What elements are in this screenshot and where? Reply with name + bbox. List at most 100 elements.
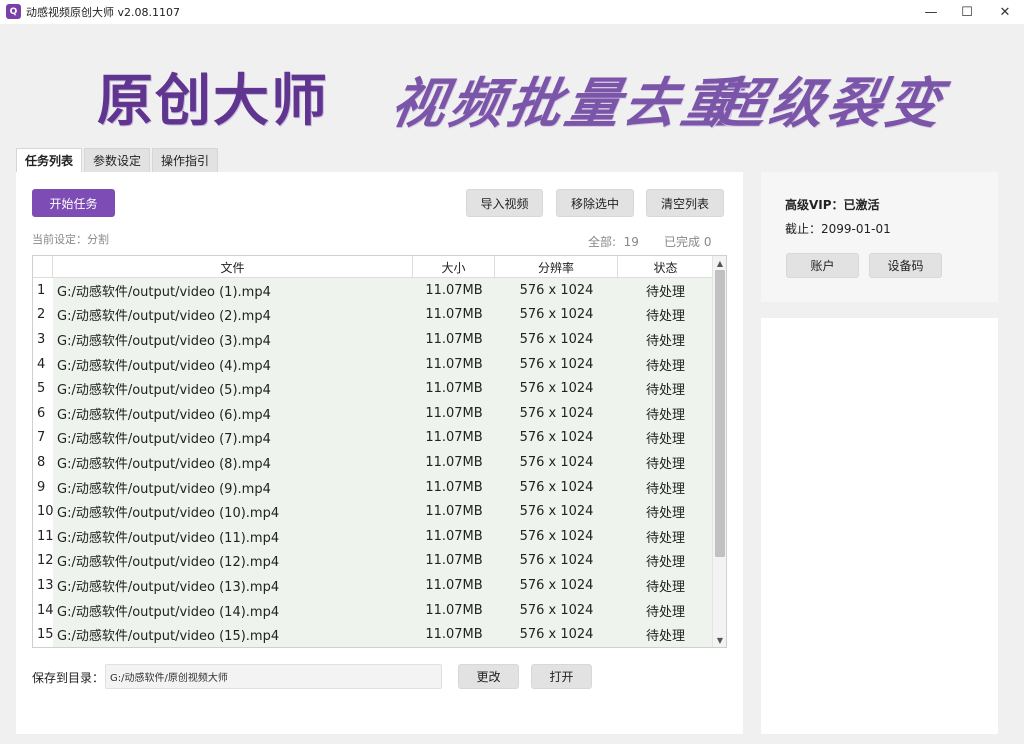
device-code-button[interactable]: 设备码 [869,253,942,278]
row-size: 11.07MB [413,573,495,598]
row-size: 11.07MB [413,450,495,475]
start-task-button[interactable]: 开始任务 [32,189,115,217]
row-index: 15 [33,622,54,647]
row-file: G:/动感软件/output/video (4).mp4 [53,351,413,377]
open-dir-button[interactable]: 打开 [531,664,592,689]
row-status: 待处理 [618,474,713,500]
scroll-thumb[interactable] [715,270,725,557]
table-row[interactable]: 2 G:/动感软件/output/video (2).mp4 11.07MB 576 … [33,302,713,328]
vip-panel: 高级VIP：已激活 截止：2099-01-01 账户 设备码 [761,172,998,302]
row-resolution: 576 x 1024 [495,499,618,524]
save-dir-input[interactable]: G:/动感软件/原创视频大师 [105,664,442,689]
row-status: 待处理 [618,499,713,524]
row-file: G:/动感软件/output/video (14).mp4 [53,597,413,623]
row-index: 14 [33,597,54,623]
window-title: 动感视频原创大师 v2.08.1107 [26,6,180,19]
row-resolution: 576 x 1024 [495,622,618,647]
table-row[interactable]: 4 G:/动感软件/output/video (4).mp4 11.07MB 576 … [33,351,713,377]
maximize-icon: ☐ [961,4,973,20]
row-file: G:/动感软件/output/video (6).mp4 [53,400,413,426]
row-file: G:/动感软件/output/video (8).mp4 [53,450,413,475]
banner-slogan-1: 视频批量去重 [386,72,746,135]
header-resolution[interactable]: 分辨率 [495,256,618,278]
tab-bar: 任务列表 参数设定 操作指引 [16,148,220,172]
completed-count: 已完成 0 [664,235,712,249]
table-row[interactable]: 15 G:/动感软件/output/video (15).mp4 11.07MB 57… [33,622,713,647]
row-file: G:/动感软件/output/video (3).mp4 [53,327,413,352]
table-scrollbar[interactable]: ▲ ▼ [712,256,726,647]
header-file[interactable]: 文件 [53,256,413,278]
row-resolution: 576 x 1024 [495,302,618,328]
row-status: 待处理 [618,523,713,549]
scroll-down-icon[interactable]: ▼ [713,633,726,647]
row-status: 待处理 [618,622,713,647]
table-header: 文件 大小 分辨率 状态 [33,256,713,278]
table-row[interactable]: 1 G:/动感软件/output/video (1).mp4 11.07MB 576 … [33,278,713,303]
table-row[interactable]: 3 G:/动感软件/output/video (3).mp4 11.07MB 576 … [33,327,713,352]
header-status[interactable]: 状态 [618,256,713,278]
close-button[interactable]: ✕ [988,0,1022,24]
table-row[interactable]: 12 G:/动感软件/output/video (12).mp4 11.07MB 57… [33,548,713,574]
row-status: 待处理 [618,278,713,303]
side-content-area [761,318,998,734]
row-index: 8 [33,450,53,475]
row-index: 2 [33,302,53,328]
save-dir-label: 保存到目录： [32,671,105,685]
table-row[interactable]: 5 G:/动感软件/output/video (5).mp4 11.07MB 576 … [33,376,713,401]
scroll-up-icon[interactable]: ▲ [713,256,726,270]
row-index: 3 [33,327,53,352]
row-size: 11.07MB [413,499,495,524]
row-index: 10 [33,499,54,524]
table-row[interactable]: 13 G:/动感软件/output/video (13).mp4 11.07MB 57… [33,573,713,598]
row-index: 6 [33,400,53,426]
row-size: 11.07MB [413,425,495,451]
current-setting: 当前设定：分割 [32,233,109,246]
import-video-button[interactable]: 导入视频 [466,189,543,217]
table-row[interactable]: 8 G:/动感软件/output/video (8).mp4 11.07MB 576 … [33,450,713,475]
row-status: 待处理 [618,327,713,352]
row-size: 11.07MB [413,278,495,303]
row-resolution: 576 x 1024 [495,573,618,598]
header-size[interactable]: 大小 [413,256,495,278]
tab-guide[interactable]: 操作指引 [152,148,219,172]
minimize-icon: — [924,4,938,20]
clear-list-button[interactable]: 清空列表 [646,189,724,217]
close-icon: ✕ [999,4,1011,20]
row-file: G:/动感软件/output/video (5).mp4 [53,376,413,401]
row-index: 13 [33,573,54,598]
table-row[interactable]: 10 G:/动感软件/output/video (10).mp4 11.07MB 57… [33,499,713,524]
table-row[interactable]: 14 G:/动感软件/output/video (14).mp4 11.07MB 57… [33,597,713,623]
row-file: G:/动感软件/output/video (10).mp4 [53,499,413,524]
app-logo-icon: Q [6,4,21,19]
task-table: 文件 大小 分辨率 状态 1 G:/动感软件/output/video (1).m… [32,255,727,648]
table-row[interactable]: 7 G:/动感软件/output/video (7).mp4 11.07MB 576 … [33,425,713,451]
table-row[interactable]: 9 G:/动感软件/output/video (9).mp4 11.07MB 576 … [33,474,713,500]
row-file: G:/动感软件/output/video (11).mp4 [53,523,413,549]
title-bar: Q 动感视频原创大师 v2.08.1107 — ☐ ✕ [0,0,1024,24]
row-size: 11.07MB [413,400,495,426]
table-body: 1 G:/动感软件/output/video (1).mp4 11.07MB 576 … [33,278,713,647]
minimize-button[interactable]: — [914,0,948,24]
row-file: G:/动感软件/output/video (15).mp4 [53,622,413,647]
row-resolution: 576 x 1024 [495,351,618,377]
row-status: 待处理 [618,400,713,426]
tab-parameters[interactable]: 参数设定 [84,148,151,172]
row-resolution: 576 x 1024 [495,425,618,451]
change-dir-button[interactable]: 更改 [458,664,519,689]
row-resolution: 576 x 1024 [495,597,618,623]
account-button[interactable]: 账户 [786,253,859,278]
maximize-button[interactable]: ☐ [950,0,984,24]
row-file: G:/动感软件/output/video (1).mp4 [53,278,413,303]
row-size: 11.07MB [413,327,495,352]
row-status: 待处理 [618,548,713,574]
row-status: 待处理 [618,450,713,475]
row-index: 9 [33,474,53,500]
banner: 原创大师 视频批量去重 超级裂变 [0,24,1024,148]
remove-selected-button[interactable]: 移除选中 [556,189,634,217]
task-panel: 开始任务 导入视频 移除选中 清空列表 当前设定：分割 全部: 19 已完成 0… [16,172,743,734]
table-row[interactable]: 11 G:/动感软件/output/video (11).mp4 11.07MB 57… [33,523,713,549]
row-size: 11.07MB [413,548,495,574]
table-row[interactable]: 6 G:/动感软件/output/video (6).mp4 11.07MB 576 … [33,400,713,426]
tab-task-list[interactable]: 任务列表 [16,148,83,172]
row-resolution: 576 x 1024 [495,523,618,549]
